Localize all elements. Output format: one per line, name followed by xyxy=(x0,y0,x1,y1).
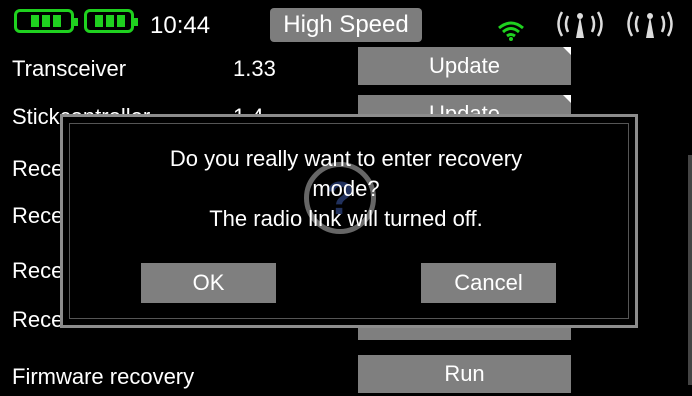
mode-badge: High Speed xyxy=(270,8,422,42)
dialog-message-line2: mode? xyxy=(312,176,380,201)
row-label-transceiver: Transceiver xyxy=(12,56,127,81)
update-transceiver-button[interactable]: Update xyxy=(358,47,571,85)
row-label-receiver: Rece xyxy=(12,307,64,332)
battery-icon xyxy=(14,9,78,33)
scrollbar[interactable] xyxy=(688,155,692,385)
clock-time: 10:44 xyxy=(150,12,211,39)
dialog-message-line3: The radio link will turned off. xyxy=(209,206,483,231)
row-label-receiver: Rece xyxy=(12,258,64,283)
ok-button[interactable]: OK xyxy=(141,263,276,303)
antenna-icon xyxy=(557,11,603,38)
run-recovery-button[interactable]: Run xyxy=(358,355,571,393)
cancel-button[interactable]: Cancel xyxy=(421,263,556,303)
antenna-icon xyxy=(627,11,673,38)
row-label-receiver: Rece xyxy=(12,156,64,181)
row-version-transceiver: 1.33 xyxy=(233,56,276,81)
wifi-icon xyxy=(498,21,524,41)
dialog-message-line1: Do you really want to enter recovery xyxy=(169,146,523,171)
row-label-firmware-recovery: Firmware recovery xyxy=(12,364,195,389)
button-label: Run xyxy=(444,361,485,386)
row-label-receiver: Rece xyxy=(12,203,64,228)
battery-icon xyxy=(84,9,138,33)
button-label: Update xyxy=(429,53,500,78)
